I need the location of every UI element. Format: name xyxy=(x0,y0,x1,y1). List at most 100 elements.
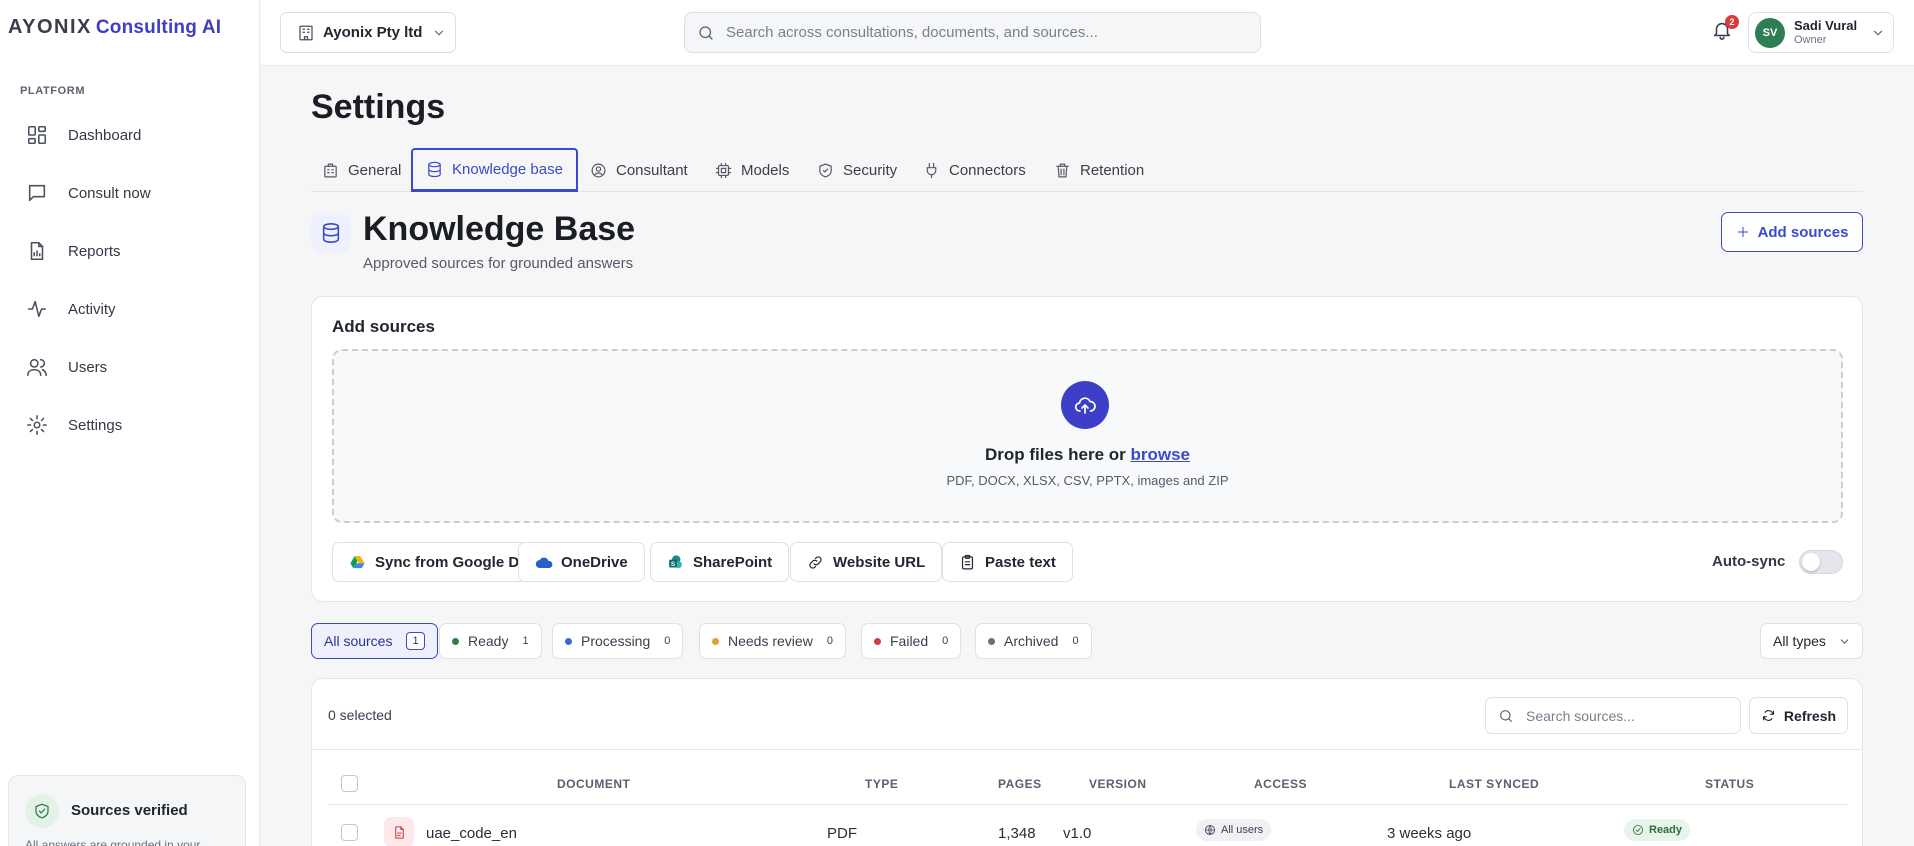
org-switcher[interactable]: Ayonix Pty ltd xyxy=(280,12,456,53)
sidebar-item-label: Users xyxy=(68,358,108,376)
tab-connectors[interactable]: Connectors xyxy=(923,148,1026,192)
tab-models[interactable]: Models xyxy=(715,148,789,192)
sidebar-item-label: Settings xyxy=(68,416,123,434)
org-name: Ayonix Pty ltd xyxy=(323,24,423,41)
sidebar-item-label: Reports xyxy=(68,242,121,260)
filter-chip-needs-review[interactable]: Needs review 0 xyxy=(699,623,846,659)
status-label: Ready xyxy=(1649,824,1683,836)
tab-label: Security xyxy=(843,161,898,179)
brand-product: Consulting AI xyxy=(95,17,222,38)
file-dropzone[interactable]: Drop files here or browse PDF, DOCX, XLS… xyxy=(332,349,1843,523)
filter-chip-ready[interactable]: Ready 1 xyxy=(439,623,542,659)
section-subtitle: Approved sources for grounded answers xyxy=(363,255,634,272)
shield-icon xyxy=(817,162,834,179)
tab-general[interactable]: General xyxy=(322,148,401,192)
sidebar-item-consult-now[interactable]: Consult now xyxy=(18,171,240,215)
website-url-button[interactable]: Website URL xyxy=(790,542,943,582)
sidebar-item-label: Dashboard xyxy=(68,126,142,144)
sidebar-item-reports[interactable]: Reports xyxy=(18,229,240,273)
sources-search-input[interactable]: Search sources... xyxy=(1485,697,1741,734)
tab-label: Knowledge base xyxy=(452,161,563,178)
global-search-input[interactable]: Search across consultations, documents, … xyxy=(684,12,1261,53)
status-dot xyxy=(874,637,881,645)
row-checkbox[interactable] xyxy=(341,824,358,841)
tab-retention[interactable]: Retention xyxy=(1054,148,1144,192)
chip-count: 1 xyxy=(406,632,425,650)
add-sources-card: Add sources Drop files here or browse PD… xyxy=(311,296,1863,602)
chip-label: Failed xyxy=(890,633,929,649)
refresh-button[interactable]: Refresh xyxy=(1749,697,1848,734)
verify-title: Sources verified xyxy=(71,802,188,819)
type-filter-select[interactable]: All types xyxy=(1760,623,1863,659)
column-header-document: DOCUMENT xyxy=(557,777,631,791)
tab-label: Retention xyxy=(1080,161,1145,179)
section-title: Knowledge Base xyxy=(363,210,636,248)
button-label: Website URL xyxy=(833,553,926,571)
filter-chip-archived[interactable]: Archived 0 xyxy=(975,623,1092,659)
auto-sync-toggle[interactable] xyxy=(1799,550,1843,574)
shield-check-icon xyxy=(25,794,59,828)
user-menu[interactable]: SV Sadi Vural Owner xyxy=(1748,12,1894,53)
chip-label: Ready xyxy=(468,633,509,649)
sidebar-item-activity[interactable]: Activity xyxy=(18,287,240,331)
chip-count: 0 xyxy=(942,635,949,647)
document-version: v1.0 xyxy=(1063,825,1092,842)
pdf-file-icon xyxy=(384,817,414,846)
column-header-last-synced: LAST SYNCED xyxy=(1449,777,1540,791)
status-dot xyxy=(988,637,995,645)
brand-mark: AYONIX xyxy=(8,16,92,38)
document-pages: 1,348 xyxy=(998,825,1036,842)
dashboard-icon xyxy=(26,124,48,146)
report-icon xyxy=(26,240,48,262)
search-icon xyxy=(697,24,715,42)
column-header-pages: PAGES xyxy=(998,777,1042,791)
tab-consultant[interactable]: Consultant xyxy=(590,148,688,192)
chat-icon xyxy=(26,182,48,204)
browse-link[interactable]: browse xyxy=(1130,445,1190,464)
chevron-down-icon xyxy=(1838,635,1851,648)
sharepoint-button[interactable]: S SharePoint xyxy=(650,542,790,582)
clipboard-icon xyxy=(959,554,976,571)
filter-chip-processing[interactable]: Processing 0 xyxy=(552,623,684,659)
select-all-checkbox[interactable] xyxy=(341,775,358,792)
onedrive-icon xyxy=(535,554,553,571)
brand-logo[interactable]: AYONIX Consulting AI xyxy=(8,16,221,39)
document-name[interactable]: uae_code_en xyxy=(426,825,517,842)
svg-text:S: S xyxy=(671,561,675,568)
paste-text-button[interactable]: Paste text xyxy=(942,542,1073,582)
add-sources-button[interactable]: Add sources xyxy=(1721,212,1863,252)
user-name: Sadi Vural xyxy=(1794,18,1858,34)
sidebar-item-settings[interactable]: Settings xyxy=(18,403,240,447)
sharepoint-icon: S xyxy=(667,554,684,571)
access-badge: All users xyxy=(1196,819,1272,841)
building-icon xyxy=(297,24,315,42)
sidebar-item-users[interactable]: Users xyxy=(18,345,240,389)
notifications-button[interactable]: 2 xyxy=(1711,15,1739,46)
header-divider xyxy=(328,804,1848,805)
onedrive-button[interactable]: OneDrive xyxy=(518,542,645,582)
chip-count: 0 xyxy=(826,635,833,647)
settings-tabs: General Knowledge base Consultant Models… xyxy=(311,148,1863,192)
upload-cloud-icon xyxy=(1061,381,1109,429)
tab-knowledge-base[interactable]: Knowledge base xyxy=(411,148,578,192)
search-placeholder: Search sources... xyxy=(1526,707,1635,724)
drop-text: Drop files here or xyxy=(984,445,1126,464)
tab-security[interactable]: Security xyxy=(817,148,897,192)
column-header-version: VERSION xyxy=(1089,777,1147,791)
add-sources-label: Add sources xyxy=(1757,223,1849,241)
database-icon xyxy=(426,161,443,178)
column-header-access: ACCESS xyxy=(1254,777,1308,791)
column-header-status: STATUS xyxy=(1705,777,1755,791)
sidebar: AYONIX Consulting AI PLATFORM Dashboard C… xyxy=(0,0,260,846)
sidebar-item-dashboard[interactable]: Dashboard xyxy=(18,113,240,157)
card-heading: Add sources xyxy=(332,317,435,336)
chevron-down-icon xyxy=(1871,26,1885,40)
supported-formats: PDF, DOCX, XLSX, CSV, PPTX, images and Z… xyxy=(946,473,1229,488)
status-dot xyxy=(565,637,572,645)
check-circle-icon xyxy=(1632,824,1644,836)
filter-chip-all-sources[interactable]: All sources 1 xyxy=(311,623,438,659)
database-icon xyxy=(311,213,351,253)
chip-count: 1 xyxy=(522,635,529,647)
filter-chip-failed[interactable]: Failed 0 xyxy=(861,623,962,659)
tab-label: Connectors xyxy=(949,161,1026,179)
